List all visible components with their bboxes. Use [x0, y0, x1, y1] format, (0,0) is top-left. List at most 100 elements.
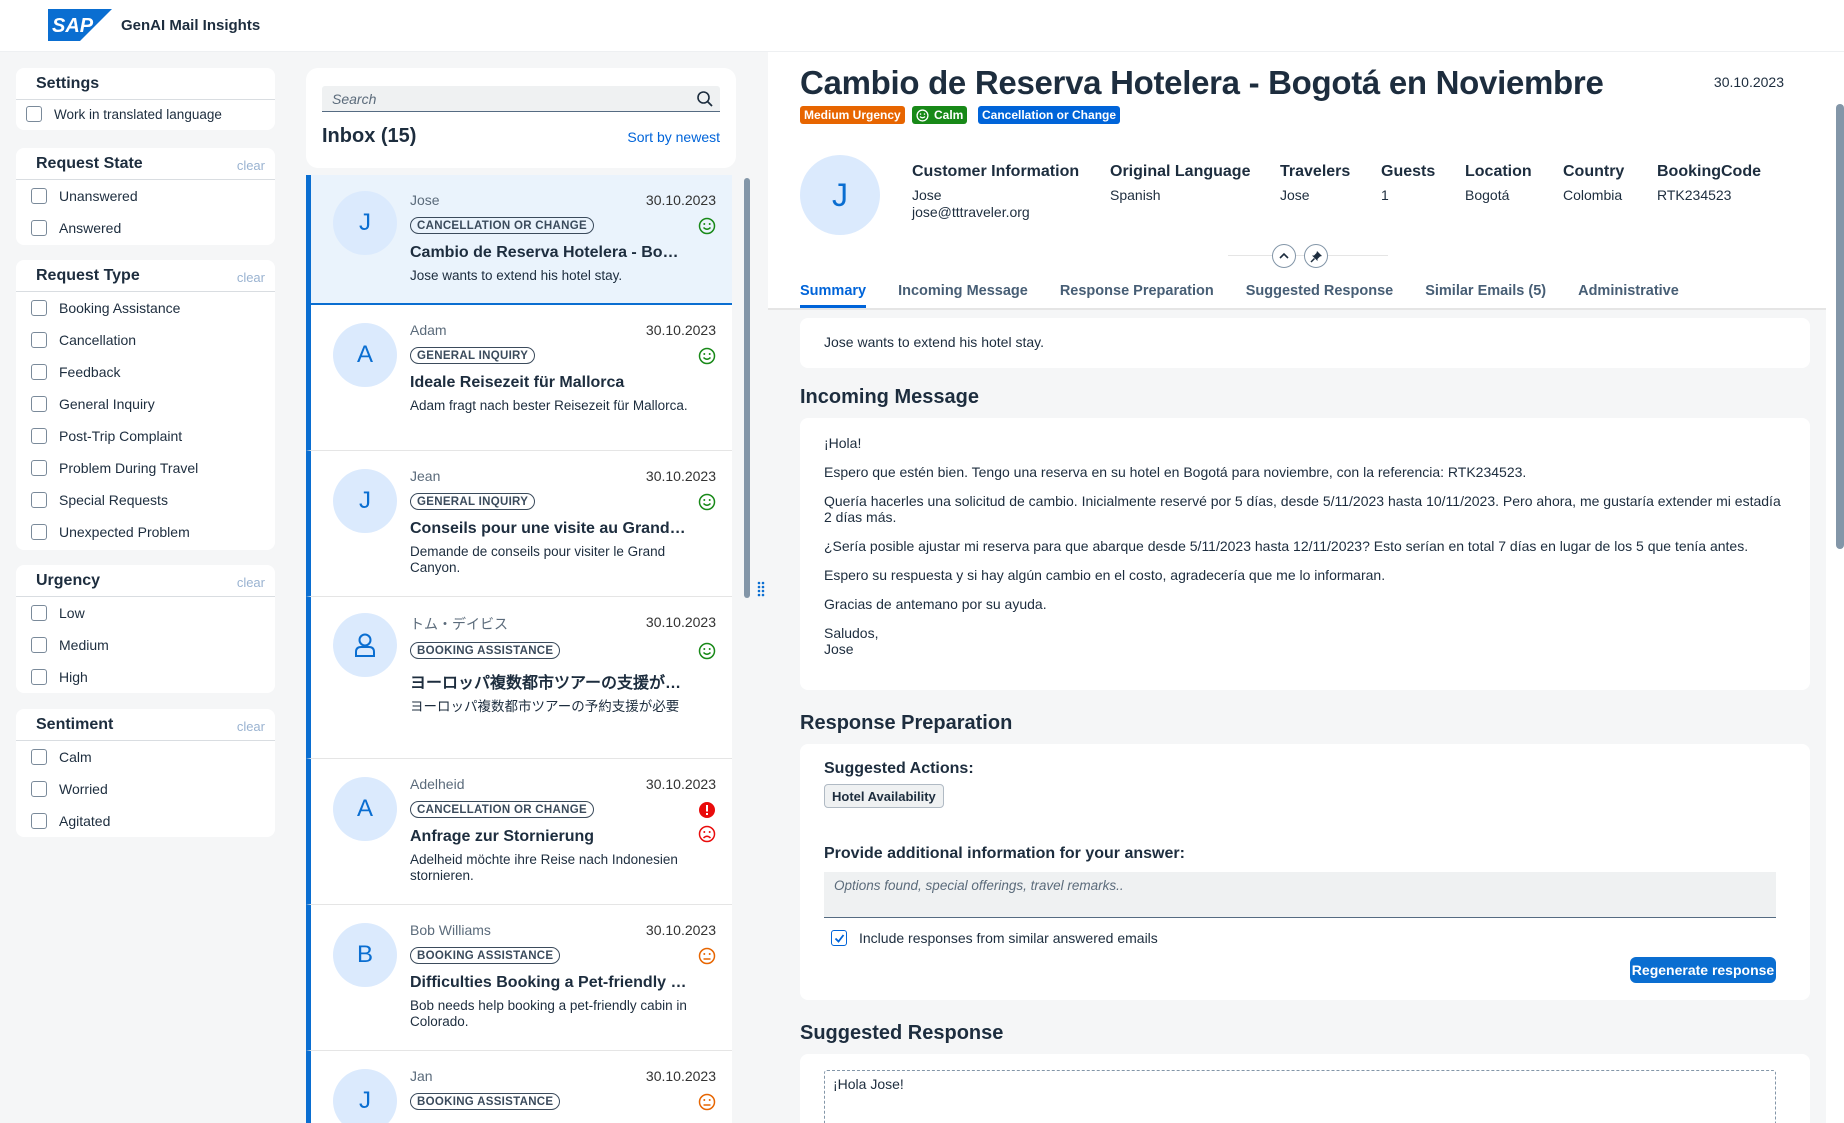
- checkbox[interactable]: [31, 749, 47, 765]
- detail-scrollbar[interactable]: [1836, 104, 1844, 549]
- customer-name: Jose: [912, 187, 942, 203]
- message-line: Quería hacerles una solicitud de cambio.…: [824, 493, 1781, 525]
- urgency-tag: Medium Urgency: [800, 106, 905, 124]
- pin-header-button[interactable]: [1304, 244, 1328, 268]
- checkbox[interactable]: [31, 605, 47, 621]
- filter-option-low[interactable]: Low: [16, 597, 275, 629]
- info-label: Country: [1563, 163, 1625, 180]
- checkbox[interactable]: [31, 781, 47, 797]
- received-date: 30.10.2023: [645, 1068, 716, 1084]
- avatar: A: [333, 323, 397, 387]
- info-label: BookingCode: [1657, 163, 1761, 180]
- message-line: Espero que estén bien. Tengo una reserva…: [824, 464, 1527, 480]
- tab-suggested-response[interactable]: Suggested Response: [1246, 278, 1393, 308]
- option-label: Answered: [59, 220, 122, 236]
- calm-sentiment-icon: [916, 108, 929, 122]
- sap-logo[interactable]: SAP: [48, 9, 112, 41]
- subject: Cambio de Reserva Hotelera - Bogotá en N…: [410, 244, 688, 261]
- checkbox[interactable]: [31, 460, 47, 476]
- tab-summary[interactable]: Summary: [800, 278, 867, 308]
- tab-similar-emails[interactable]: Similar Emails (5): [1425, 278, 1546, 308]
- filter-option-calm[interactable]: Calm: [16, 741, 275, 773]
- filter-option-unexpected-problem[interactable]: Unexpected Problem: [16, 516, 275, 548]
- inbox-item-jose[interactable]: J Jose 30.10.2023 CANCELLATION OR CHANGE…: [306, 175, 732, 305]
- avatar: A: [333, 777, 397, 841]
- sort-by-newest-link[interactable]: Sort by newest: [627, 129, 720, 145]
- filter-option-medium[interactable]: Medium: [16, 629, 275, 661]
- filter-option-post-trip-complaint[interactable]: Post-Trip Complaint: [16, 420, 275, 452]
- checkbox[interactable]: [31, 813, 47, 829]
- tab-response-preparation[interactable]: Response Preparation: [1060, 278, 1214, 308]
- checkbox[interactable]: [31, 300, 47, 316]
- subject: Anfrage zur Stornierung: [410, 828, 595, 845]
- additional-info-textarea[interactable]: Options found, special offerings, travel…: [824, 872, 1776, 918]
- tab-administrative[interactable]: Administrative: [1578, 278, 1679, 308]
- inbox-scrollbar[interactable]: [744, 178, 750, 598]
- summary-panel: Jose wants to extend his hotel stay.: [800, 318, 1810, 368]
- message-line: ¿Sería posible ajustar mi reserva para q…: [824, 538, 1749, 554]
- filter-option-problem-during-travel[interactable]: Problem During Travel: [16, 452, 275, 484]
- checkbox[interactable]: [31, 364, 47, 380]
- request-type-clear[interactable]: clear: [237, 270, 265, 285]
- inbox-item-tom-davis[interactable]: トム・デイビス 30.10.2023 BOOKING ASSISTANCE ヨー…: [306, 597, 732, 759]
- filter-option-special-requests[interactable]: Special Requests: [16, 484, 275, 516]
- filter-option-unanswered[interactable]: Unanswered: [16, 180, 275, 212]
- customer-email[interactable]: jose@tttraveler.org: [912, 204, 1079, 221]
- search-icon[interactable]: [696, 90, 714, 108]
- checkbox[interactable]: [31, 188, 47, 204]
- include-similar-checkbox[interactable]: [831, 930, 847, 946]
- splitter-grip-icon[interactable]: [756, 580, 766, 598]
- settings-card: Settings Work in translated language: [16, 68, 275, 130]
- checkbox[interactable]: [31, 492, 47, 508]
- sender-name: Jean: [410, 468, 441, 484]
- message-line: Espero su respuesta y si hay algún cambi…: [824, 567, 1386, 583]
- filter-option-agitated[interactable]: Agitated: [16, 805, 275, 837]
- hotel-availability-chip[interactable]: Hotel Availability: [824, 784, 944, 808]
- checkbox[interactable]: [31, 428, 47, 444]
- inbox-item-jean[interactable]: J Jean 30.10.2023 GENERAL INQUIRY Consei…: [306, 451, 732, 597]
- avatar: J: [333, 1069, 397, 1123]
- checkbox[interactable]: [31, 524, 47, 540]
- filter-option-cancellation[interactable]: Cancellation: [16, 324, 275, 356]
- sentiment-filter: Sentiment clear Calm Worried Agitated: [16, 709, 275, 837]
- translated-language-option[interactable]: Work in translated language: [16, 100, 275, 128]
- filter-option-feedback[interactable]: Feedback: [16, 356, 275, 388]
- inbox-item-adelheid[interactable]: A Adelheid 30.10.2023 CANCELLATION OR CH…: [306, 759, 732, 905]
- search-field[interactable]: Search: [322, 86, 720, 112]
- checkbox[interactable]: [31, 332, 47, 348]
- pin-icon: [1309, 250, 1322, 263]
- filter-option-general-inquiry[interactable]: General Inquiry: [16, 388, 275, 420]
- filter-option-worried[interactable]: Worried: [16, 773, 275, 805]
- filter-option-answered[interactable]: Answered: [16, 212, 275, 244]
- checkbox[interactable]: [31, 220, 47, 236]
- additional-info-label: Provide additional information for your …: [824, 845, 1185, 862]
- customer-avatar: J: [800, 155, 880, 235]
- collapse-header-button[interactable]: [1272, 244, 1296, 268]
- sender-name: Bob Williams: [410, 922, 491, 938]
- detail-title: Cambio de Reserva Hotelera - Bogotá en N…: [800, 64, 1604, 101]
- sender-name: Adelheid: [410, 776, 465, 792]
- include-similar-option[interactable]: Include responses from similar answered …: [824, 922, 1158, 954]
- checkbox[interactable]: [31, 637, 47, 653]
- info-label: Customer Information: [912, 163, 1080, 180]
- inbox-item-bob-williams[interactable]: B Bob Williams 30.10.2023 BOOKING ASSIST…: [306, 905, 732, 1051]
- option-label: Unanswered: [59, 188, 138, 204]
- detail-tabs: Summary Incoming Message Response Prepar…: [800, 278, 1711, 308]
- inbox-item-adam[interactable]: A Adam 30.10.2023 GENERAL INQUIRY Ideale…: [306, 305, 732, 451]
- suggested-response-editor[interactable]: ¡Hola Jose!: [824, 1070, 1776, 1123]
- regenerate-response-button[interactable]: Regenerate response: [1630, 957, 1776, 983]
- filter-option-booking-assistance[interactable]: Booking Assistance: [16, 292, 275, 324]
- checkbox[interactable]: [31, 669, 47, 685]
- urgency-clear[interactable]: clear: [237, 575, 265, 590]
- request-state-clear[interactable]: clear: [237, 158, 265, 173]
- inbox-item-jan[interactable]: J Jan 30.10.2023 BOOKING ASSISTANCE: [306, 1051, 732, 1123]
- tab-incoming-message[interactable]: Incoming Message: [898, 278, 1028, 308]
- message-line: Saludos,: [824, 625, 879, 641]
- filter-option-high[interactable]: High: [16, 661, 275, 693]
- checkbox[interactable]: [31, 396, 47, 412]
- translated-language-checkbox[interactable]: [26, 106, 42, 122]
- summary: Adelheid möchte ihre Reise nach Indonesi…: [410, 852, 678, 883]
- subject: Conseils pour une visite au Grand Canyon: [410, 520, 688, 537]
- category-badge: CANCELLATION OR CHANGE: [410, 801, 594, 818]
- sentiment-clear[interactable]: clear: [237, 719, 265, 734]
